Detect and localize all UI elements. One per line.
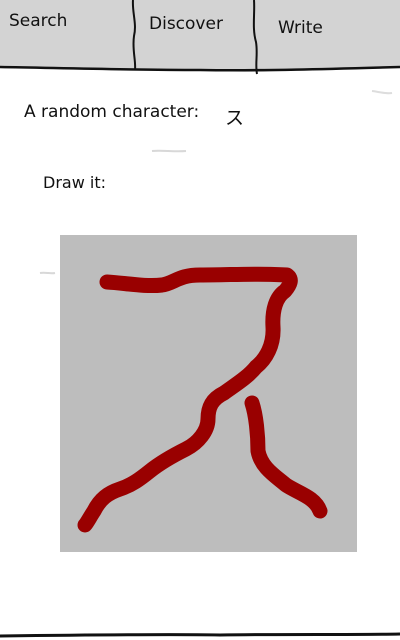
drawing-canvas[interactable] [60, 235, 357, 552]
tab-discover[interactable]: Discover [149, 14, 223, 34]
random-character: ス [225, 107, 245, 129]
random-character-label: A random character: [24, 102, 200, 122]
smudge [151, 149, 187, 153]
tab-bar: Search Discover Write [0, 0, 400, 75]
smudge [371, 90, 393, 95]
smudge [39, 271, 56, 275]
stroke-right [244, 395, 328, 519]
drawn-strokes [77, 266, 328, 533]
draw-it-label: Draw it: [43, 173, 106, 192]
bottom-border [0, 632, 400, 638]
app-screen: Search Discover Write A random character… [0, 0, 400, 640]
tab-search[interactable]: Search [9, 11, 67, 31]
stroke-top [77, 266, 298, 533]
tab-write[interactable]: Write [278, 18, 323, 38]
